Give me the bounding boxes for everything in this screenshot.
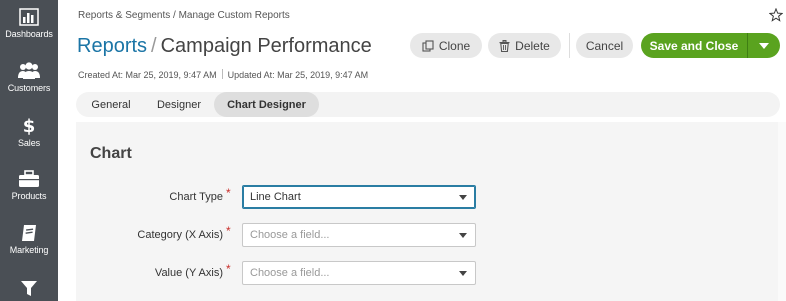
page-title: Reports / Campaign Performance: [77, 35, 372, 58]
category-x-axis-row: Category (X Axis) * Choose a field...: [76, 223, 778, 247]
meta-divider: [221, 69, 223, 79]
tab-bar: General Designer Chart Designer: [76, 92, 780, 117]
chevron-down-icon: [459, 195, 467, 200]
briefcase-icon: [19, 170, 39, 187]
clone-button[interactable]: Clone: [410, 33, 482, 58]
users-icon: [18, 62, 40, 79]
sidebar-item-filter[interactable]: [0, 281, 58, 297]
sidebar-item-label: Sales: [17, 138, 40, 148]
svg-text:$: $: [23, 116, 36, 135]
save-and-close-button[interactable]: Save and Close: [641, 33, 747, 58]
copy-icon: [422, 39, 434, 52]
scrollbar[interactable]: [778, 122, 786, 301]
sidebar-item-marketing[interactable]: Marketing: [0, 224, 58, 255]
sidebar-item-label: Customers: [7, 83, 51, 93]
required-marker: *: [226, 186, 231, 200]
required-marker: *: [226, 224, 231, 238]
sidebar-item-label: Dashboards: [5, 29, 53, 39]
main-content: Reports & Segments / Manage Custom Repor…: [58, 0, 786, 301]
cancel-button[interactable]: Cancel: [576, 33, 633, 58]
value-y-axis-select[interactable]: Choose a field...: [242, 261, 476, 285]
star-icon[interactable]: [769, 8, 783, 22]
page-title-link[interactable]: Reports: [77, 35, 147, 57]
value-y-axis-row: Value (Y Axis) * Choose a field...: [76, 261, 778, 285]
delete-label: Delete: [515, 38, 550, 53]
sidebar-item-dashboards[interactable]: Dashboards: [0, 8, 58, 39]
tab-designer[interactable]: Designer: [146, 92, 212, 117]
title-separator: /: [151, 35, 157, 57]
chevron-down-icon: [459, 233, 467, 238]
tab-general[interactable]: General: [78, 92, 144, 117]
breadcrumb[interactable]: Reports & Segments / Manage Custom Repor…: [78, 10, 290, 21]
created-at: Created At: Mar 25, 2019, 9:47 AM: [78, 70, 217, 80]
select-placeholder: Choose a field...: [250, 267, 330, 279]
main-sidebar: Dashboards Customers $ Sales Products Ma…: [0, 0, 58, 301]
updated-at: Updated At: Mar 25, 2019, 9:47 AM: [227, 70, 369, 80]
select-value: Line Chart: [250, 191, 301, 203]
save-options-dropdown[interactable]: [747, 33, 780, 58]
record-meta: Created At: Mar 25, 2019, 9:47 AM Updated…: [78, 69, 368, 80]
dollar-icon: $: [23, 116, 36, 135]
field-label: Chart Type: [169, 191, 223, 203]
sidebar-item-label: Products: [11, 191, 47, 201]
chart-settings-panel: Chart Chart Type * Line Chart Category (…: [76, 122, 778, 301]
delete-button[interactable]: Delete: [488, 33, 561, 58]
sidebar-item-label: Marketing: [9, 245, 49, 255]
page-title-text: Campaign Performance: [160, 35, 372, 57]
field-label: Category (X Axis): [137, 229, 223, 241]
clone-label: Clone: [438, 38, 471, 53]
chart-type-row: Chart Type * Line Chart: [76, 185, 778, 209]
trash-icon: [499, 39, 510, 52]
select-placeholder: Choose a field...: [250, 229, 330, 241]
book-icon: [22, 225, 36, 241]
bar-chart-icon: [19, 8, 39, 26]
chart-type-select[interactable]: Line Chart: [242, 185, 476, 209]
required-marker: *: [226, 262, 231, 276]
category-x-axis-select[interactable]: Choose a field...: [242, 223, 476, 247]
toolbar-divider: [569, 33, 570, 58]
chevron-down-icon: [459, 271, 467, 276]
filter-icon: [21, 281, 37, 296]
field-label: Value (Y Axis): [154, 267, 223, 279]
caret-down-icon: [759, 42, 769, 49]
sidebar-item-sales[interactable]: $ Sales: [0, 115, 58, 148]
section-title: Chart: [90, 145, 132, 162]
sidebar-item-products[interactable]: Products: [0, 170, 58, 201]
tab-chart-designer[interactable]: Chart Designer: [214, 92, 319, 117]
sidebar-item-customers[interactable]: Customers: [0, 62, 58, 93]
